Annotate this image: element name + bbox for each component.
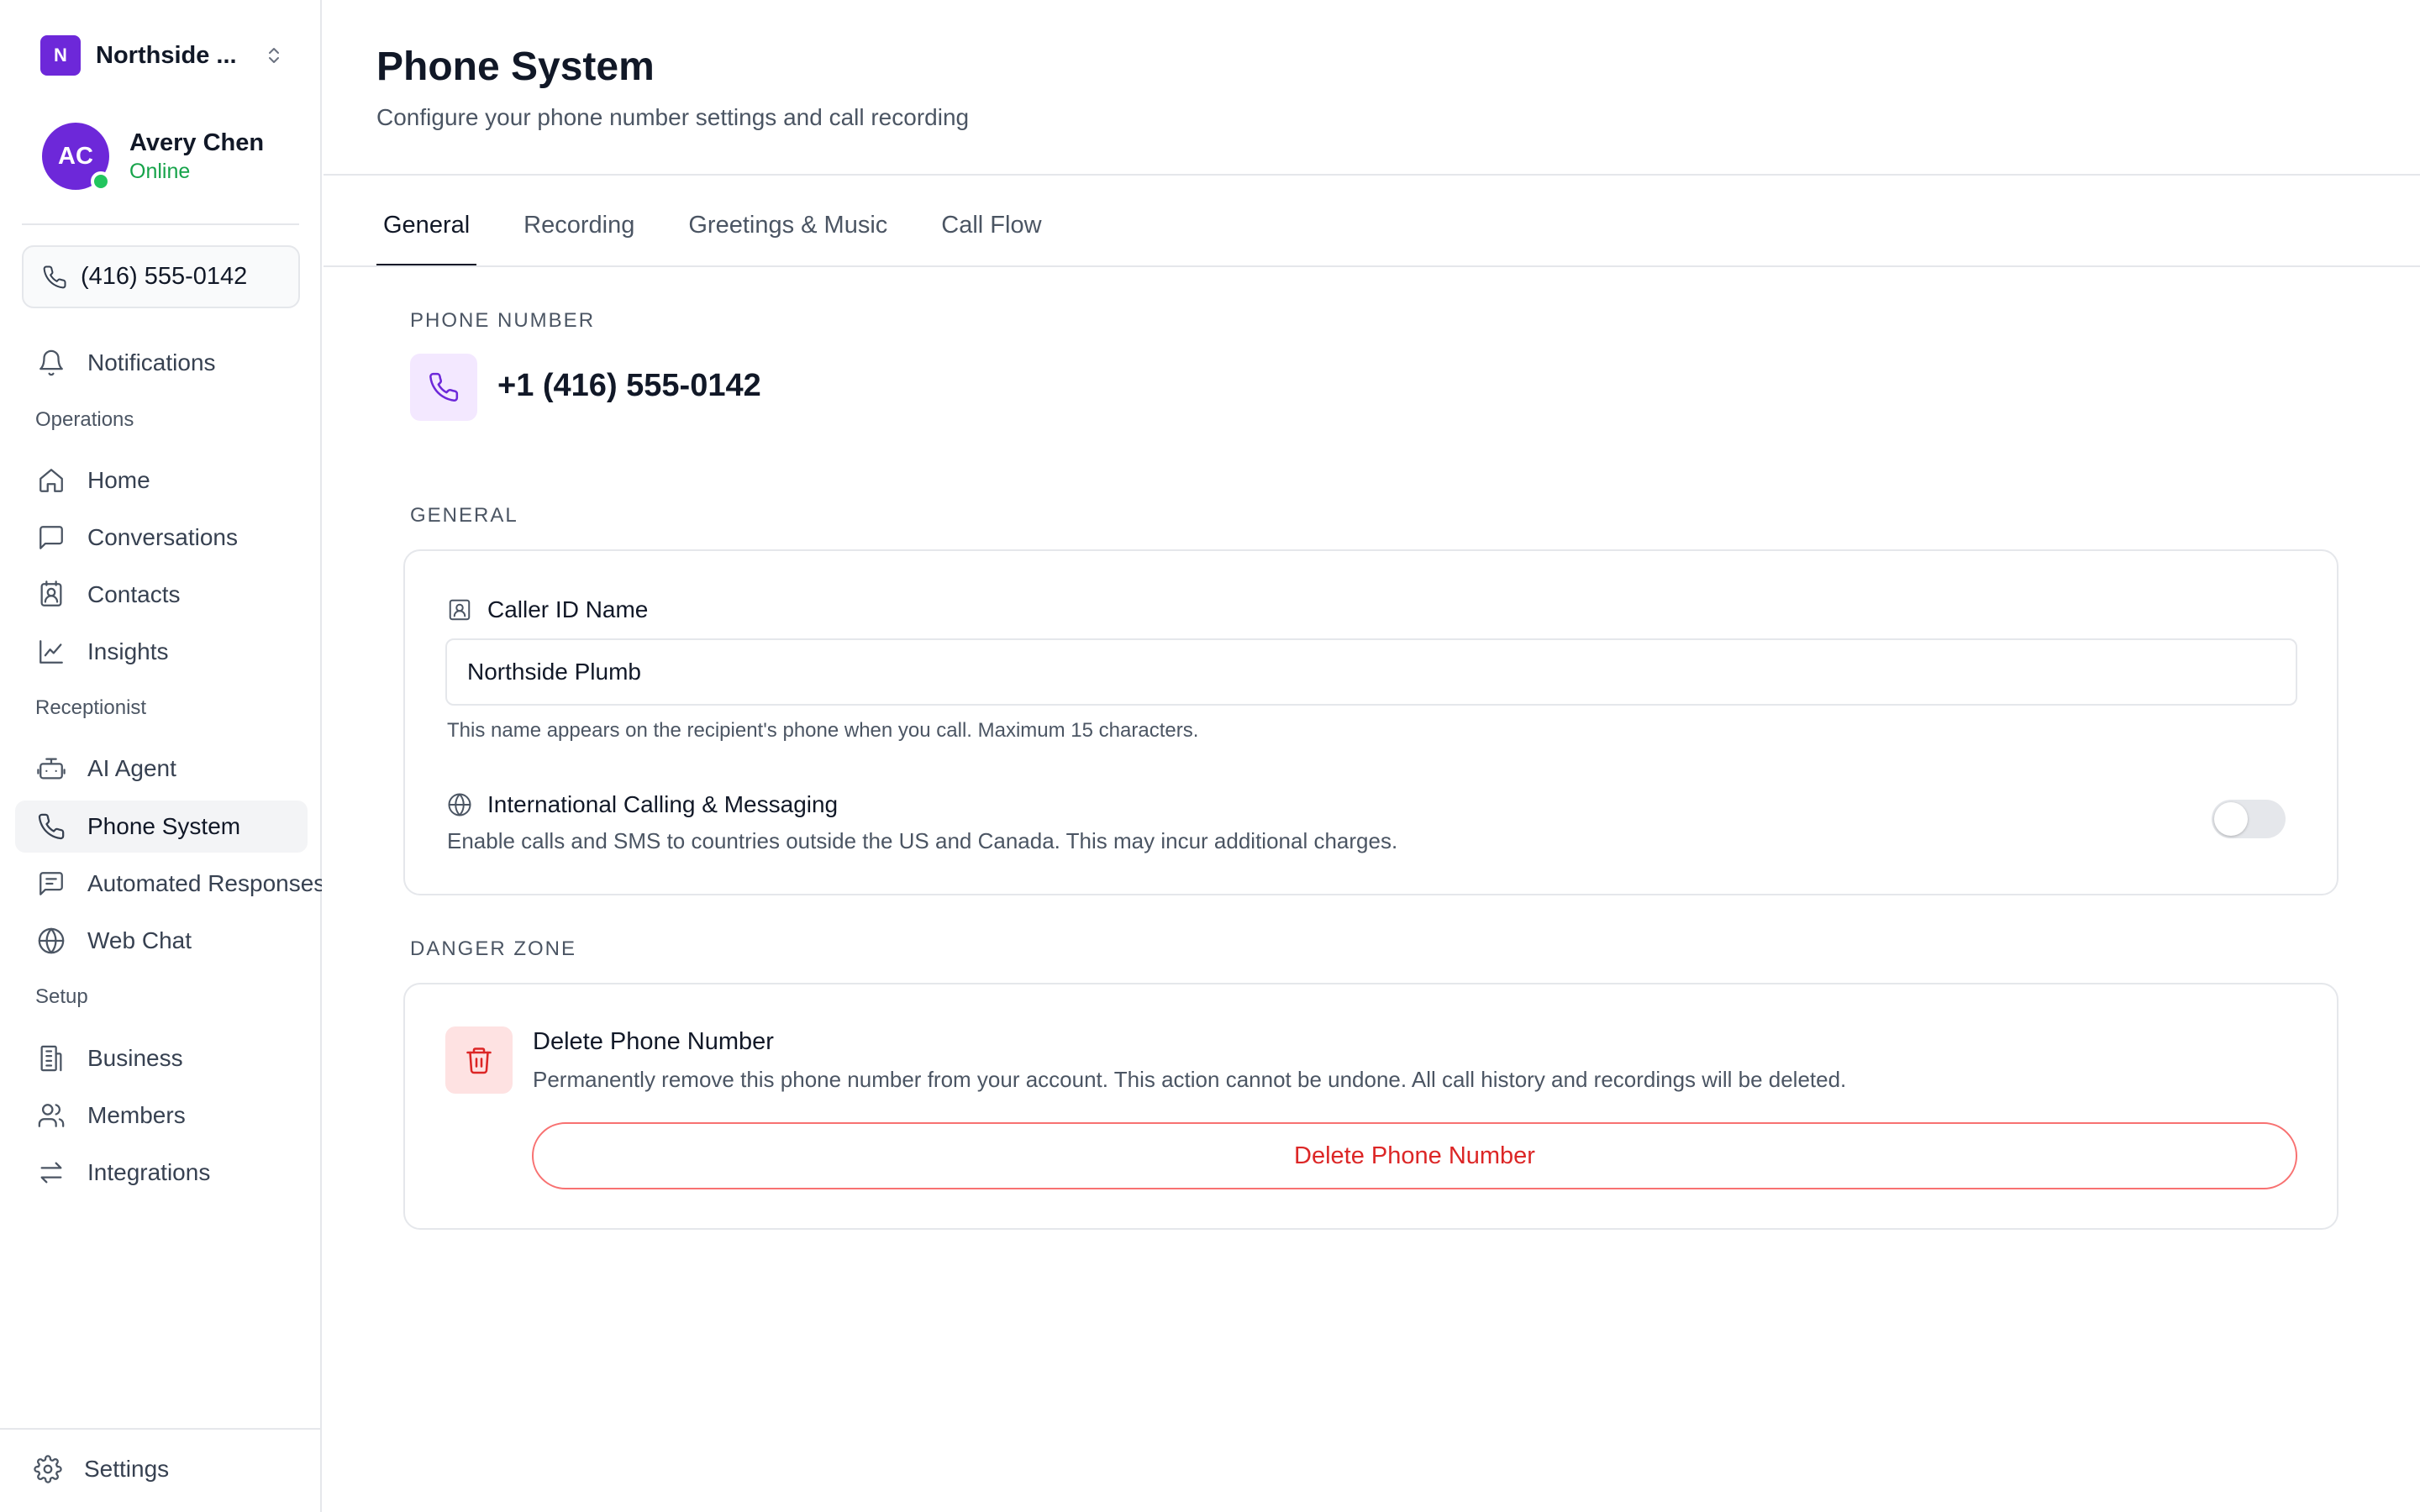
- home-icon: [37, 466, 66, 495]
- sidebar-item-label: Insights: [87, 638, 169, 664]
- sidebar-item-label: Home: [87, 467, 150, 493]
- avatar-initials: AC: [58, 142, 93, 170]
- sidebar-item-label: AI Agent: [87, 755, 176, 781]
- sidebar-item-web-chat[interactable]: Web Chat: [15, 915, 308, 967]
- gear-icon: [34, 1455, 62, 1483]
- sidebar-item-insights[interactable]: Insights: [15, 626, 308, 678]
- workspace-name: Northside ...: [96, 41, 237, 69]
- globe-icon: [37, 927, 66, 955]
- page-title: Phone System: [376, 45, 655, 89]
- sidebar-item-business[interactable]: Business: [15, 1032, 308, 1084]
- avatar: AC: [42, 123, 111, 192]
- user-status: Online: [129, 160, 191, 183]
- message-square-icon: [37, 523, 66, 552]
- phone-number-section-label: PHONE NUMBER: [410, 309, 596, 332]
- caller-id-label: Caller ID Name: [487, 596, 649, 622]
- sidebar-item-phone-system[interactable]: Phone System: [15, 801, 308, 853]
- tab-call-flow[interactable]: Call Flow: [934, 198, 1048, 265]
- general-settings-card: Caller ID Name This name appears on the …: [403, 549, 2338, 895]
- sidebar-item-label: Members: [87, 1102, 186, 1128]
- main-content: Phone System Configure your phone number…: [324, 0, 2420, 1512]
- contact-icon: [447, 597, 472, 622]
- international-toggle[interactable]: [2212, 800, 2286, 838]
- workspace-logo: N: [40, 35, 81, 76]
- tab-bar: General Recording Greetings & Music Call…: [376, 198, 1089, 267]
- phone-chip-number: (416) 555-0142: [81, 263, 248, 290]
- sidebar-item-label: Web Chat: [87, 927, 192, 953]
- page-subtitle: Configure your phone number settings and…: [376, 104, 970, 130]
- sidebar-item-label: Automated Responses: [87, 870, 322, 896]
- sidebar: N Northside ... AC Avery Chen Online (41…: [0, 0, 322, 1512]
- phone-icon: [410, 354, 477, 421]
- caller-id-input[interactable]: [445, 638, 2297, 706]
- globe-icon: [447, 792, 472, 817]
- chevrons-up-down-icon: [264, 45, 284, 66]
- sidebar-item-automated-responses[interactable]: Automated Responses: [15, 858, 322, 910]
- user-profile[interactable]: AC Avery Chen Online: [42, 123, 265, 192]
- delete-phone-number-button[interactable]: Delete Phone Number: [532, 1122, 2297, 1189]
- international-description: Enable calls and SMS to countries outsid…: [447, 828, 1398, 853]
- danger-zone-card: Delete Phone Number Permanently remove t…: [403, 983, 2338, 1230]
- toggle-knob: [2214, 802, 2248, 836]
- sidebar-section-setup: Setup: [35, 985, 88, 1008]
- sidebar-divider: [22, 223, 299, 225]
- caller-id-help: This name appears on the recipient's pho…: [447, 719, 1199, 742]
- sidebar-section-operations: Operations: [35, 408, 134, 431]
- sidebar-item-label: Notifications: [87, 349, 216, 375]
- tab-general[interactable]: General: [376, 198, 477, 267]
- online-status-dot: [91, 171, 111, 192]
- sidebar-item-conversations[interactable]: Conversations: [15, 512, 308, 564]
- building-icon: [37, 1044, 66, 1073]
- phone-number-value: +1 (416) 555-0142: [497, 368, 761, 403]
- sidebar-item-contacts[interactable]: Contacts: [15, 569, 308, 621]
- message-lines-icon: [37, 869, 66, 898]
- user-name: Avery Chen: [129, 129, 265, 156]
- tabs-divider: [324, 265, 2420, 267]
- workspace-switcher[interactable]: N Northside ...: [40, 35, 284, 76]
- sidebar-item-integrations[interactable]: Integrations: [15, 1147, 308, 1199]
- bot-icon: [37, 754, 66, 783]
- sidebar-item-members[interactable]: Members: [15, 1089, 308, 1142]
- sidebar-item-notifications[interactable]: Notifications: [15, 337, 308, 389]
- sidebar-item-label: Phone System: [87, 813, 241, 839]
- tab-greetings-music[interactable]: Greetings & Music: [681, 198, 894, 265]
- phone-icon: [42, 265, 67, 290]
- bell-icon: [37, 349, 66, 377]
- delete-number-title: Delete Phone Number: [533, 1028, 774, 1055]
- tab-recording[interactable]: Recording: [517, 198, 641, 265]
- users-icon: [37, 1101, 66, 1130]
- contact-icon: [37, 580, 66, 609]
- phone-number-chip[interactable]: (416) 555-0142: [22, 245, 300, 308]
- international-title: International Calling & Messaging: [487, 791, 839, 817]
- danger-zone-section-label: DANGER ZONE: [410, 937, 577, 960]
- sidebar-item-ai-agent[interactable]: AI Agent: [15, 743, 308, 795]
- header-divider: [324, 174, 2420, 176]
- sidebar-item-home[interactable]: Home: [15, 454, 308, 507]
- arrows-swap-icon: [37, 1158, 66, 1187]
- delete-number-description: Permanently remove this phone number fro…: [533, 1067, 1847, 1092]
- sidebar-item-label: Business: [87, 1045, 183, 1071]
- sidebar-bottom-divider: [0, 1428, 322, 1430]
- phone-icon: [37, 812, 66, 841]
- sidebar-item-label: Contacts: [87, 581, 181, 607]
- sidebar-item-label: Settings: [84, 1456, 170, 1482]
- sidebar-section-receptionist: Receptionist: [35, 696, 147, 719]
- sidebar-item-label: Integrations: [87, 1159, 211, 1185]
- general-section-label: GENERAL: [410, 504, 518, 527]
- trash-icon: [445, 1026, 513, 1094]
- sidebar-item-settings[interactable]: Settings: [12, 1443, 304, 1495]
- line-chart-icon: [37, 638, 66, 666]
- sidebar-item-label: Conversations: [87, 524, 238, 550]
